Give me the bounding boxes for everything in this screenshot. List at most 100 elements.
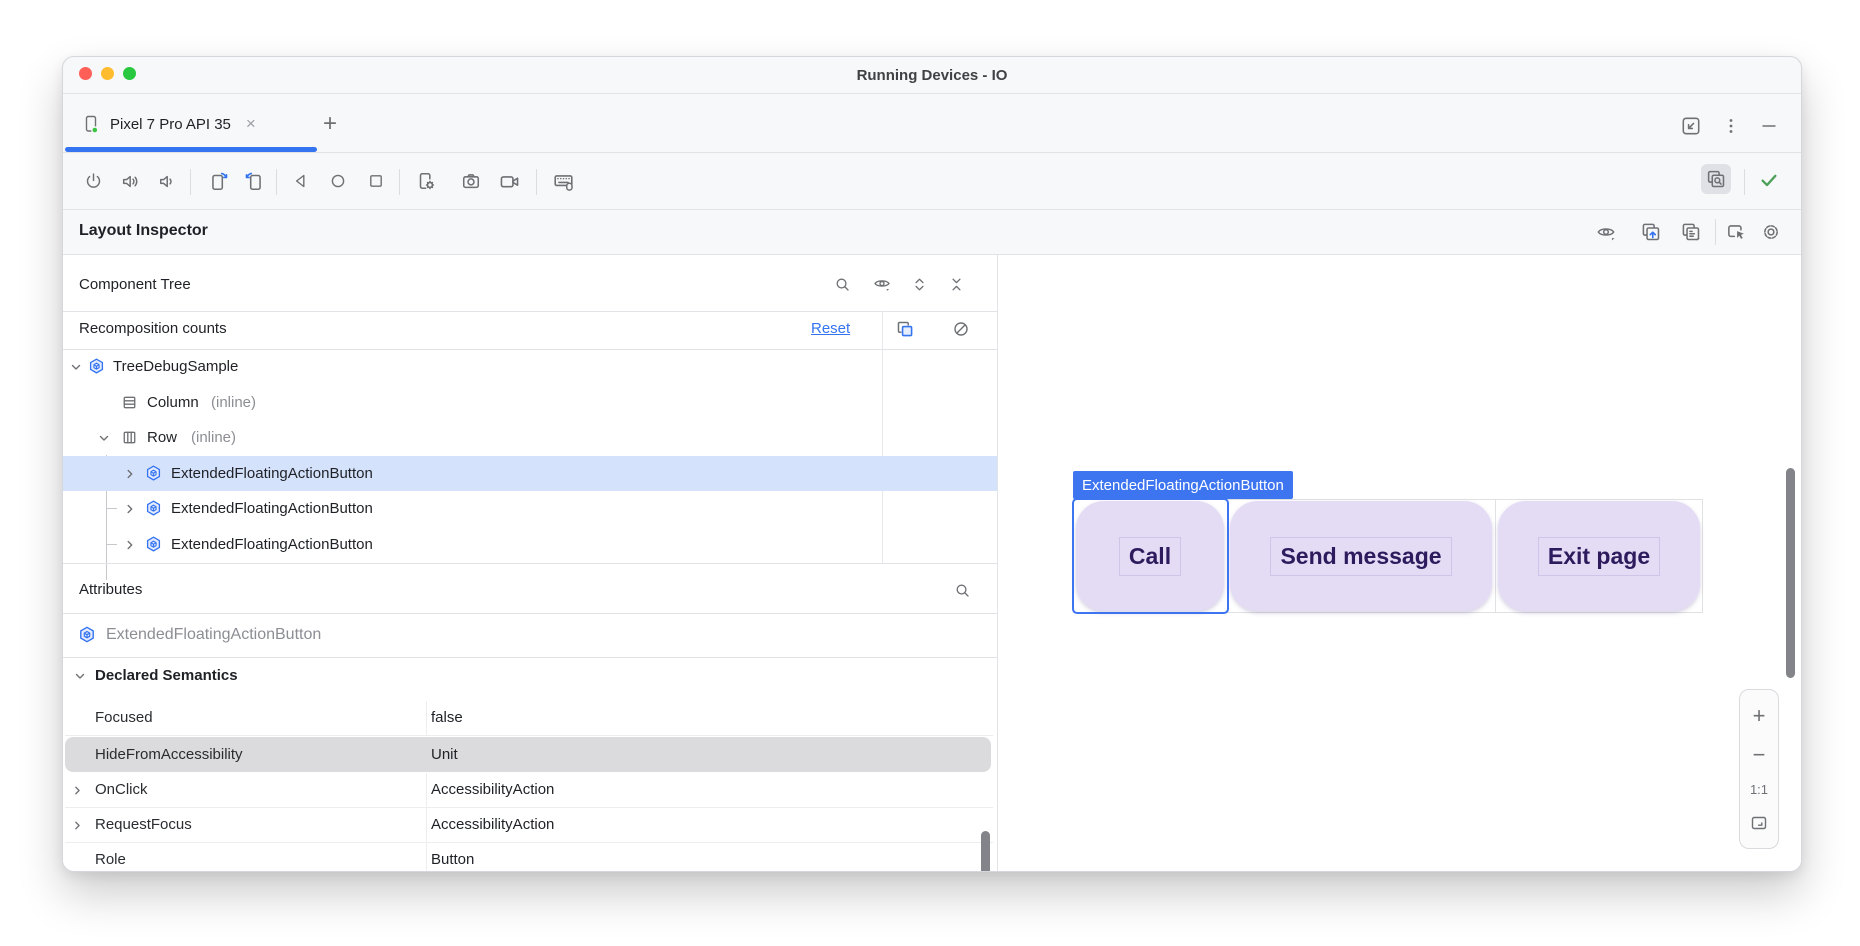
attr-row-onclick[interactable]: OnClick AccessibilityAction [63, 773, 997, 808]
reset-recomposition-link[interactable]: Reset [811, 320, 850, 337]
add-tab-button[interactable]: + [309, 103, 351, 145]
attr-row-requestfocus[interactable]: RequestFocus AccessibilityAction [63, 808, 997, 843]
zoom-controls: + − 1:1 [1739, 689, 1779, 849]
compose-node-icon [144, 464, 163, 483]
selection-outline [1072, 498, 1229, 614]
compose-node-icon [77, 625, 97, 645]
volume-up-button[interactable] [115, 166, 145, 196]
chevron-down-icon[interactable] [97, 431, 111, 445]
zoom-in-button[interactable]: + [1753, 705, 1766, 727]
kebab-menu-icon [1721, 116, 1741, 136]
tree-search-button[interactable] [827, 269, 857, 299]
recomposition-highlight-button[interactable] [890, 314, 920, 344]
tree-node-label: Column [147, 394, 199, 411]
attr-value: Unit [431, 746, 458, 763]
chevron-right-icon[interactable] [123, 467, 137, 481]
compose-node-icon [144, 535, 163, 554]
fit-to-screen-button[interactable] [1749, 813, 1769, 833]
declared-semantics-section[interactable]: Declared Semantics [73, 667, 238, 684]
layout-inspector-toggle-icon [1705, 168, 1727, 190]
camera-icon [460, 170, 482, 192]
tree-node-efab-selected[interactable]: ExtendedFloatingActionButton [63, 456, 997, 491]
device-tab[interactable]: Pixel 7 Pro API 35 × [71, 103, 266, 145]
inspector-settings-button[interactable] [1756, 217, 1786, 247]
power-icon [83, 171, 104, 192]
recomposition-counts-label: Recomposition counts [79, 320, 227, 337]
chevron-right-icon[interactable] [71, 784, 84, 797]
rotate-left-button[interactable] [204, 166, 234, 196]
rotate-right-button[interactable] [239, 166, 269, 196]
tree-node-suffix: (inline) [191, 429, 236, 446]
chevron-down-icon[interactable] [69, 360, 83, 374]
expand-all-icon [910, 275, 929, 294]
layers-tree-icon [1680, 221, 1702, 243]
chevron-right-icon[interactable] [71, 819, 84, 832]
column-layout-icon [120, 393, 139, 412]
device-settings-icon [415, 170, 437, 192]
take-screenshot-button[interactable] [456, 166, 486, 196]
attr-name: Role [95, 851, 126, 868]
title-bar: Running Devices - IO [63, 57, 1801, 93]
search-icon [953, 581, 972, 600]
slashed-circle-icon [951, 319, 971, 339]
apply-changes-button[interactable] [1754, 165, 1784, 195]
embed-restore-button[interactable] [1676, 111, 1706, 141]
volume-down-button[interactable] [151, 166, 181, 196]
tree-node-row[interactable]: Row (inline) [63, 420, 997, 455]
screen-record-button[interactable] [494, 166, 524, 196]
attr-row-role[interactable]: Role Button [63, 843, 997, 872]
selected-component-name: ExtendedFloatingActionButton [106, 626, 321, 644]
collapse-all-button[interactable] [941, 269, 971, 299]
device-settings-button[interactable] [411, 166, 441, 196]
view-options-button[interactable] [1591, 217, 1621, 247]
attr-row-focused[interactable]: Focused false [63, 701, 997, 736]
window-title: Running Devices - IO [63, 57, 1801, 93]
tree-view-options-button[interactable] [1676, 217, 1706, 247]
attr-value: false [431, 709, 463, 726]
tree-node-treedebugsample[interactable]: TreeDebugSample [63, 349, 997, 384]
tree-node-column[interactable]: Column (inline) [63, 385, 997, 420]
attr-name: RequestFocus [95, 816, 192, 833]
highlight-visibility-button[interactable] [867, 269, 897, 299]
tree-node-label: TreeDebugSample [113, 358, 238, 375]
more-options-button[interactable] [1716, 111, 1746, 141]
device-panel-scrollbar[interactable] [1786, 468, 1795, 678]
power-button[interactable] [78, 166, 108, 196]
hide-tool-window-button[interactable] [1754, 111, 1784, 141]
tab-close-icon[interactable]: × [240, 114, 256, 134]
chevron-down-icon[interactable] [73, 669, 87, 683]
android-home-button[interactable] [323, 166, 353, 196]
hardware-input-button[interactable] [548, 166, 578, 196]
phone-device-icon [81, 114, 101, 134]
disable-recomposition-button[interactable] [946, 314, 976, 344]
zoom-actual-size-button[interactable]: 1:1 [1750, 783, 1768, 796]
attr-name: OnClick [95, 781, 148, 798]
chevron-right-icon[interactable] [123, 538, 137, 552]
attr-value: AccessibilityAction [431, 816, 554, 833]
select-box-cursor-icon [1725, 221, 1747, 243]
attributes-title: Attributes [79, 581, 142, 598]
tree-node-efab-2[interactable]: ExtendedFloatingActionButton [63, 491, 997, 526]
attr-row-hidefromaccessibility[interactable]: HideFromAccessibility Unit [63, 736, 997, 773]
layers-export-icon [1640, 221, 1662, 243]
android-back-button[interactable] [286, 166, 316, 196]
export-snapshot-button[interactable] [1636, 217, 1666, 247]
gear-icon [1760, 221, 1782, 243]
attributes-scrollbar[interactable] [981, 831, 990, 872]
layout-inspector-toggle-button[interactable] [1701, 164, 1731, 194]
back-triangle-icon [291, 171, 311, 191]
attr-name: HideFromAccessibility [95, 746, 243, 763]
attributes-search-button[interactable] [947, 575, 977, 605]
recomposition-stack-icon [895, 319, 916, 340]
zoom-out-button[interactable]: − [1753, 744, 1766, 766]
expand-all-button[interactable] [904, 269, 934, 299]
component-tree-title: Component Tree [79, 276, 191, 293]
chevron-right-icon[interactable] [123, 502, 137, 516]
tree-node-efab-3[interactable]: ExtendedFloatingActionButton [63, 527, 997, 562]
android-overview-button[interactable] [361, 166, 391, 196]
select-component-button[interactable] [1721, 217, 1751, 247]
fab-exit-page-button[interactable]: Exit page [1498, 501, 1700, 611]
layout-inspector-title: Layout Inspector [79, 222, 208, 240]
fab-send-message-button[interactable]: Send message [1230, 501, 1492, 611]
attr-value: AccessibilityAction [431, 781, 554, 798]
